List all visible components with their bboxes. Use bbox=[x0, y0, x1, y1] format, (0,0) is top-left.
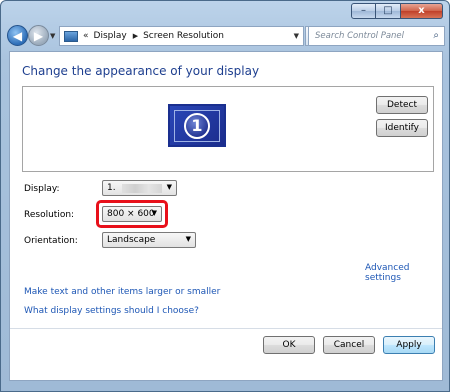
resolution-label: Resolution: bbox=[24, 210, 75, 220]
display-select[interactable]: 1. ▼ bbox=[102, 180, 177, 196]
monitor-arrangement-panel: 1 Detect Identify bbox=[22, 86, 434, 172]
search-icon[interactable]: ⌕ bbox=[433, 30, 439, 41]
address-bar[interactable]: « Display ▶ Screen Resolution ▼ bbox=[59, 26, 304, 46]
minimize-button[interactable]: – bbox=[351, 3, 376, 19]
cancel-button[interactable]: Cancel bbox=[323, 336, 375, 354]
maximize-button[interactable]: □ bbox=[376, 3, 401, 19]
monitor-screen: 1 bbox=[174, 109, 220, 142]
breadcrumb-screen-resolution[interactable]: Screen Resolution bbox=[143, 31, 224, 41]
breadcrumb-overflow-chevron[interactable]: « bbox=[83, 31, 89, 41]
breadcrumb-display[interactable]: Display bbox=[94, 31, 127, 41]
search-input[interactable]: Search Control Panel ⌕ bbox=[308, 26, 445, 46]
monitor-1-icon[interactable]: 1 bbox=[168, 104, 226, 147]
back-button[interactable]: ◀ bbox=[7, 25, 28, 46]
forward-button[interactable]: ▶ bbox=[28, 25, 49, 46]
content-panel: Change the appearance of your display 1 … bbox=[9, 51, 443, 381]
obscured-display-name bbox=[121, 183, 162, 193]
identify-button[interactable]: Identify bbox=[376, 119, 428, 137]
orientation-select-value: Landscape bbox=[107, 235, 156, 245]
breadcrumb-separator-icon[interactable]: ▶ bbox=[133, 32, 138, 40]
orientation-select[interactable]: Landscape ▼ bbox=[102, 232, 196, 248]
screen-resolution-window: – □ x ◀ ▶ ▼ « Display ▶ Screen Resolutio… bbox=[0, 0, 450, 392]
page-title: Change the appearance of your display bbox=[22, 64, 260, 78]
advanced-settings-link[interactable]: Advanced settings bbox=[365, 263, 442, 283]
chevron-down-icon: ▼ bbox=[185, 235, 191, 243]
arrow-right-icon: ▶ bbox=[33, 28, 44, 43]
monitor-number-badge: 1 bbox=[184, 112, 210, 139]
resolution-select[interactable]: 800 × 600 ▼ bbox=[102, 206, 162, 222]
resolution-select-value: 800 × 600 bbox=[107, 209, 155, 219]
chevron-down-icon: ▼ bbox=[151, 209, 157, 217]
window-controls: – □ x bbox=[351, 3, 443, 19]
recent-pages-chevron-down-icon[interactable]: ▼ bbox=[50, 32, 55, 40]
chevron-down-icon: ▼ bbox=[166, 183, 172, 191]
control-panel-icon bbox=[64, 30, 78, 42]
display-select-value: 1. bbox=[107, 183, 116, 193]
orientation-label: Orientation: bbox=[24, 236, 78, 246]
address-dropdown-chevron-down-icon[interactable]: ▼ bbox=[294, 32, 299, 40]
ok-button[interactable]: OK bbox=[263, 336, 315, 354]
arrow-left-icon: ◀ bbox=[12, 28, 23, 43]
separator bbox=[10, 328, 442, 329]
apply-button[interactable]: Apply bbox=[383, 336, 435, 354]
text-size-link[interactable]: Make text and other items larger or smal… bbox=[24, 287, 220, 297]
navigation-bar: ◀ ▶ ▼ « Display ▶ Screen Resolution ▼ ⟳ … bbox=[1, 23, 449, 49]
search-placeholder: Search Control Panel bbox=[315, 31, 405, 41]
title-bar[interactable]: – □ x bbox=[1, 1, 449, 21]
close-button[interactable]: x bbox=[401, 3, 443, 19]
display-settings-help-link[interactable]: What display settings should I choose? bbox=[24, 306, 199, 316]
display-label: Display: bbox=[24, 184, 60, 194]
detect-button[interactable]: Detect bbox=[376, 96, 428, 114]
